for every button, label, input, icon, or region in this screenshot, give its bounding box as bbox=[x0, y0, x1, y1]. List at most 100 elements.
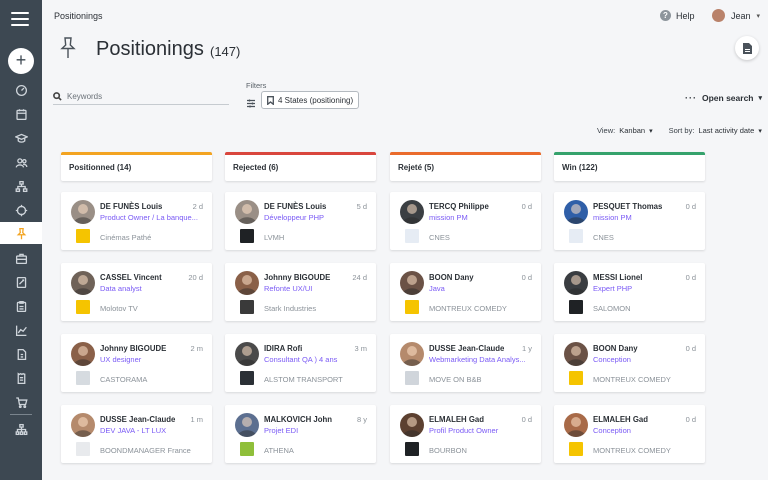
menu-icon[interactable] bbox=[11, 12, 29, 26]
candidate-name[interactable]: DUSSE Jean-Claude bbox=[429, 344, 504, 353]
position-title[interactable]: Conception bbox=[593, 426, 693, 435]
positioning-card[interactable]: Johnny BIGOUDE Refonte UX/UI 24 d Stark Ind… bbox=[225, 263, 376, 321]
user-menu[interactable]: Jean ▾ bbox=[712, 9, 760, 22]
position-title[interactable]: Projet EDI bbox=[264, 426, 364, 435]
company-name[interactable]: MONTREUX COMEDY bbox=[593, 375, 671, 384]
people-icon[interactable] bbox=[0, 151, 42, 173]
company-name[interactable]: CASTORAMA bbox=[100, 375, 147, 384]
position-title[interactable]: Conception bbox=[593, 355, 693, 364]
company-name[interactable]: BOURBON bbox=[429, 446, 467, 455]
invoice-icon[interactable] bbox=[0, 343, 42, 365]
column-header[interactable]: Rejeté (5) bbox=[390, 152, 541, 181]
cart-icon[interactable] bbox=[0, 391, 42, 413]
company-name[interactable]: CNES bbox=[429, 233, 450, 242]
avatar[interactable] bbox=[400, 271, 424, 295]
candidate-name[interactable]: Johnny BIGOUDE bbox=[100, 344, 166, 353]
export-button[interactable] bbox=[735, 36, 759, 60]
position-title[interactable]: Expert PHP bbox=[593, 284, 693, 293]
candidate-name[interactable]: CASSEL Vincent bbox=[100, 273, 162, 282]
column-header[interactable]: Rejected (6) bbox=[225, 152, 376, 181]
avatar[interactable] bbox=[235, 200, 259, 224]
company-name[interactable]: Molotov TV bbox=[100, 304, 138, 313]
candidate-name[interactable]: DE FUNÈS Louis bbox=[100, 202, 162, 211]
candidate-name[interactable]: BOON Dany bbox=[429, 273, 474, 282]
positioning-card[interactable]: TERCQ Philippe mission PM 0 d CNES bbox=[390, 192, 541, 250]
positioning-card[interactable]: DE FUNÈS Louis Développeur PHP 5 d LVMH bbox=[225, 192, 376, 250]
position-title[interactable]: Webmarketing Data Analys... bbox=[429, 355, 529, 364]
position-title[interactable]: mission PM bbox=[593, 213, 693, 222]
company-name[interactable]: ATHENA bbox=[264, 446, 294, 455]
settings-tree-icon[interactable] bbox=[0, 418, 42, 440]
positioning-card[interactable]: DUSSE Jean-Claude Webmarketing Data Analy… bbox=[390, 334, 541, 392]
avatar[interactable] bbox=[235, 271, 259, 295]
avatar[interactable] bbox=[71, 342, 95, 366]
positioning-card[interactable]: MESSI Lionel Expert PHP 0 d SALOMON bbox=[554, 263, 705, 321]
search-input[interactable] bbox=[67, 92, 217, 101]
candidate-name[interactable]: DE FUNÈS Louis bbox=[264, 202, 326, 211]
positioning-card[interactable]: DE FUNÈS Louis Product Owner / La banque.… bbox=[61, 192, 212, 250]
company-name[interactable]: LVMH bbox=[264, 233, 284, 242]
target-icon[interactable] bbox=[0, 199, 42, 221]
candidate-name[interactable]: MALKOVICH John bbox=[264, 415, 332, 424]
company-name[interactable]: MOVE ON B&B bbox=[429, 375, 482, 384]
company-name[interactable]: BOONDMANAGER France bbox=[100, 446, 191, 455]
calendar-icon[interactable] bbox=[0, 103, 42, 125]
positioning-card[interactable]: ELMALEH Gad Profil Product Owner 0 d BOURBO… bbox=[390, 405, 541, 463]
candidate-name[interactable]: IDIRA Rofi bbox=[264, 344, 302, 353]
position-title[interactable]: UX designer bbox=[100, 355, 200, 364]
position-title[interactable]: Consultant QA ) 4 ans bbox=[264, 355, 364, 364]
clipboard-icon[interactable] bbox=[0, 295, 42, 317]
company-name[interactable]: CNES bbox=[593, 233, 614, 242]
position-title[interactable]: Refonte UX/UI bbox=[264, 284, 364, 293]
company-name[interactable]: MONTREUX COMEDY bbox=[593, 446, 671, 455]
avatar[interactable] bbox=[400, 413, 424, 437]
avatar[interactable] bbox=[564, 413, 588, 437]
add-button[interactable]: + bbox=[8, 48, 34, 74]
breadcrumb[interactable]: Positionings bbox=[54, 11, 103, 21]
positioning-card[interactable]: PESQUET Thomas mission PM 0 d CNES bbox=[554, 192, 705, 250]
company-name[interactable]: SALOMON bbox=[593, 304, 631, 313]
positioning-card[interactable]: ELMALEH Gad Conception 0 d MONTREUX COMEDY bbox=[554, 405, 705, 463]
view-select[interactable]: Kanban bbox=[619, 126, 645, 135]
company-name[interactable]: Stark Industries bbox=[264, 304, 316, 313]
chevron-down-icon[interactable]: ▾ bbox=[649, 127, 653, 135]
candidate-name[interactable]: PESQUET Thomas bbox=[593, 202, 662, 211]
avatar[interactable] bbox=[564, 271, 588, 295]
chevron-down-icon[interactable]: ▾ bbox=[758, 127, 762, 135]
sliders-icon[interactable] bbox=[247, 95, 255, 108]
company-name[interactable]: MONTREUX COMEDY bbox=[429, 304, 507, 313]
position-title[interactable]: Product Owner / La banque... bbox=[100, 213, 200, 222]
positioning-card[interactable]: DUSSE Jean-Claude DEV JAVA - LT LUX 1 m BOO… bbox=[61, 405, 212, 463]
document-icon[interactable] bbox=[0, 271, 42, 293]
candidate-name[interactable]: ELMALEH Gad bbox=[429, 415, 484, 424]
candidate-name[interactable]: Johnny BIGOUDE bbox=[264, 273, 330, 282]
column-header[interactable]: Positionned (14) bbox=[61, 152, 212, 181]
avatar[interactable] bbox=[564, 200, 588, 224]
state-filter-chip[interactable]: 4 States (positioning) bbox=[261, 91, 360, 109]
positioning-card[interactable]: IDIRA Rofi Consultant QA ) 4 ans 3 m ALSTOM… bbox=[225, 334, 376, 392]
avatar[interactable] bbox=[564, 342, 588, 366]
pin-icon[interactable] bbox=[0, 222, 42, 244]
receipt-icon[interactable] bbox=[0, 367, 42, 389]
positioning-card[interactable]: MALKOVICH John Projet EDI 8 y ATHENA bbox=[225, 405, 376, 463]
position-title[interactable]: mission PM bbox=[429, 213, 529, 222]
position-title[interactable]: Java bbox=[429, 284, 529, 293]
position-title[interactable]: Développeur PHP bbox=[264, 213, 364, 222]
candidate-name[interactable]: ELMALEH Gad bbox=[593, 415, 648, 424]
chart-icon[interactable] bbox=[0, 319, 42, 341]
briefcase-icon[interactable] bbox=[0, 247, 42, 269]
positioning-card[interactable]: Johnny BIGOUDE UX designer 2 m CASTORAMA bbox=[61, 334, 212, 392]
avatar[interactable] bbox=[235, 413, 259, 437]
candidate-name[interactable]: BOON Dany bbox=[593, 344, 638, 353]
column-header[interactable]: Win (122) bbox=[554, 152, 705, 181]
company-name[interactable]: ALSTOM TRANSPORT bbox=[264, 375, 343, 384]
avatar[interactable] bbox=[71, 200, 95, 224]
dashboard-icon[interactable] bbox=[0, 79, 42, 101]
position-title[interactable]: Profil Product Owner bbox=[429, 426, 529, 435]
sort-select[interactable]: Last activity date bbox=[698, 126, 754, 135]
avatar[interactable] bbox=[71, 271, 95, 295]
candidate-name[interactable]: DUSSE Jean-Claude bbox=[100, 415, 175, 424]
open-search-toggle[interactable]: ··· Open search ▾ bbox=[685, 93, 762, 103]
positioning-card[interactable]: CASSEL Vincent Data analyst 20 d Molotov TV bbox=[61, 263, 212, 321]
help-link[interactable]: ? Help bbox=[660, 10, 695, 21]
